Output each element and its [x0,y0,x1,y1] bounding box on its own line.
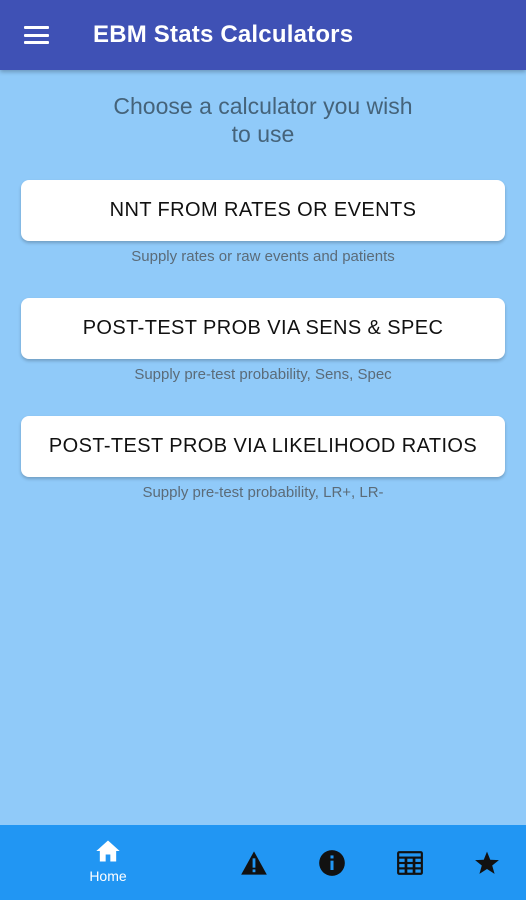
nnt-calculator-caption: Supply rates or raw events and patients [131,248,395,265]
nav-info[interactable] [312,825,352,900]
main-content: Choose a calculator you wish to use NNT … [0,70,526,825]
home-icon [96,840,120,861]
sens-spec-calculator-caption: Supply pre-test probability, Sens, Spec [134,366,392,383]
star-icon [475,851,499,874]
nnt-calculator-button[interactable]: NNT FROM RATES OR EVENTS [21,180,505,241]
nav-favorites[interactable] [467,825,507,900]
likelihood-ratio-calculator-button[interactable]: POST-TEST PROB VIA LIKELIHOOD RATIOS [21,416,505,477]
calculator-icon [397,850,423,875]
bottom-navigation: Home [0,825,526,900]
nav-calculator[interactable] [390,825,430,900]
app-bar: EBM Stats Calculators [0,0,526,70]
menu-button[interactable] [14,17,58,53]
info-icon [319,849,345,876]
app-title: EBM Stats Calculators [93,21,354,48]
nav-home[interactable]: Home [78,825,138,900]
nav-warning[interactable] [234,825,274,900]
likelihood-ratio-calculator-caption: Supply pre-test probability, LR+, LR- [142,484,384,501]
warning-icon [241,850,267,875]
hamburger-menu-icon [23,26,49,44]
calculator-prompt: Choose a calculator you wish to use [113,93,413,147]
nav-home-label: Home [89,867,127,884]
sens-spec-calculator-button[interactable]: POST-TEST PROB VIA SENS & SPEC [21,298,505,359]
